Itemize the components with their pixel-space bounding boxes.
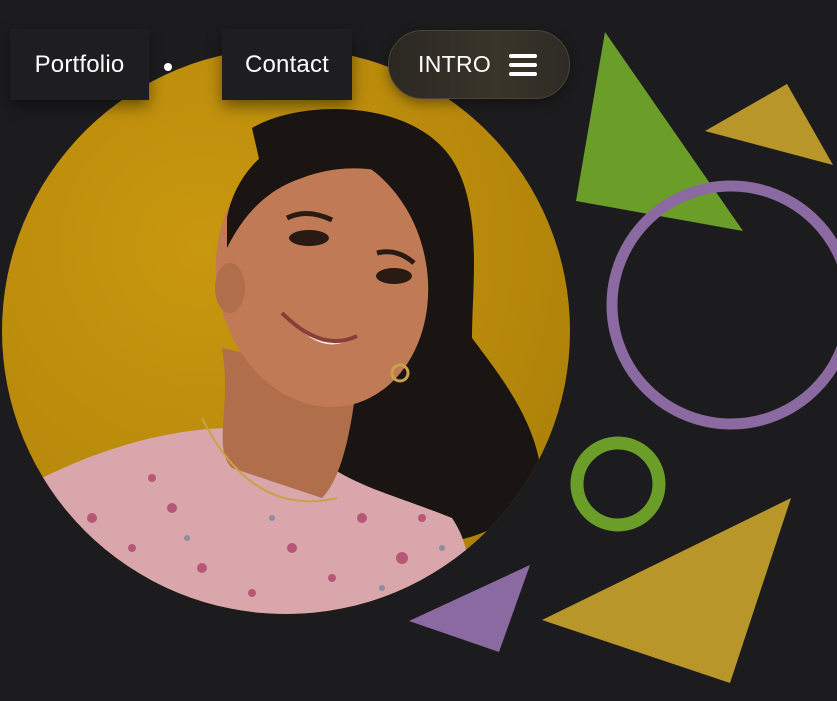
intro-label: INTRO — [418, 51, 492, 77]
intro-menu-button[interactable]: INTRO — [388, 30, 570, 99]
profile-photo — [2, 48, 570, 614]
gold-triangle-small-shape — [705, 84, 833, 165]
hamburger-menu-icon — [509, 54, 537, 76]
portrait-illustration — [38, 108, 542, 614]
green-ring-shape — [570, 436, 666, 532]
nav-contact-label: Contact — [244, 50, 330, 78]
gold-triangle-large-shape — [542, 498, 791, 683]
hero-section: Portfolio Contact INTRO — [0, 0, 837, 701]
nav-portfolio-link[interactable]: Portfolio — [10, 29, 149, 100]
green-triangle-shape — [576, 32, 743, 231]
purple-ring-shape — [606, 180, 837, 430]
nav-portfolio-label: Portfolio — [34, 50, 125, 78]
nav-contact-link[interactable]: Contact — [222, 29, 352, 100]
nav-separator-dot — [164, 63, 172, 71]
